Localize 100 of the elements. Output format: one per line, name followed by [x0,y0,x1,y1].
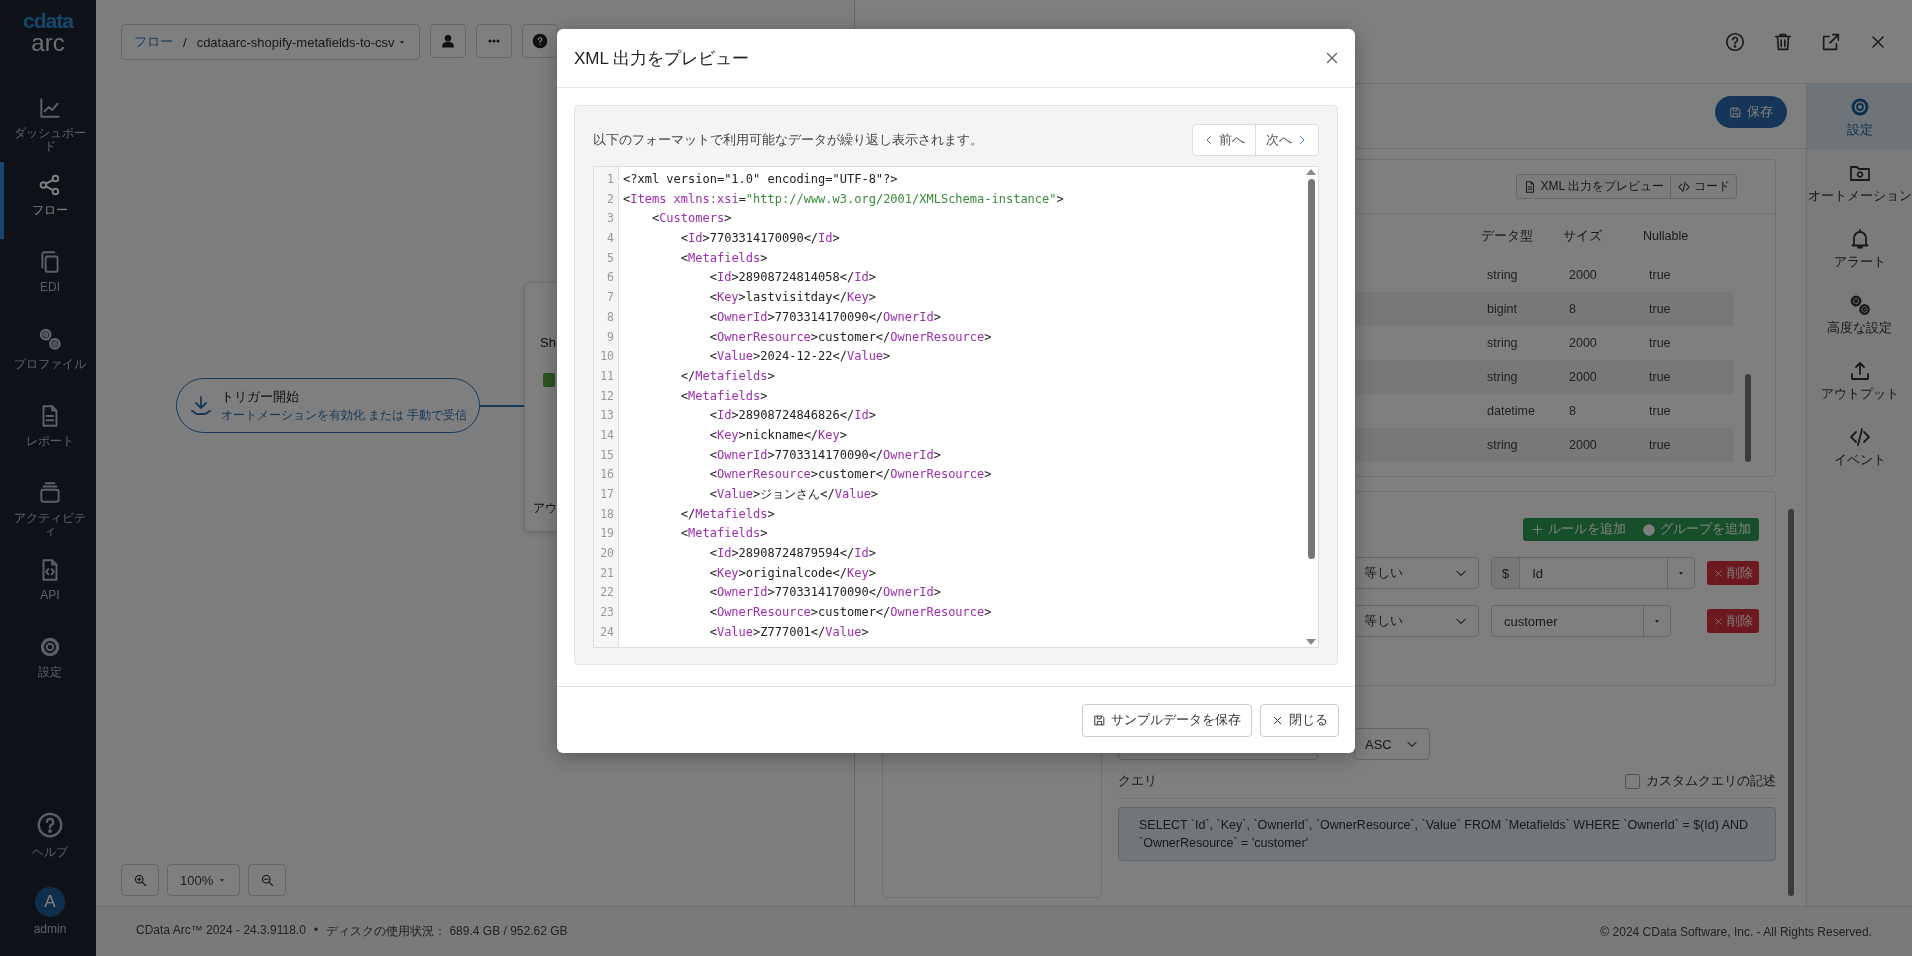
user-menu[interactable]: A admin [0,877,96,956]
code-icon [1677,179,1691,194]
save-icon [1093,713,1106,727]
nav-item[interactable]: ダッシュボード [0,85,96,162]
node-title: Sh [540,335,556,350]
table-cell-text: true [1648,370,1672,384]
rail-tab[interactable]: 高度な設定 [1807,282,1912,348]
dialog-title: XML 出力をプレビュー [574,47,750,70]
close-icon [1713,615,1724,627]
help-icon [531,33,548,49]
line-number: 10 [599,348,615,366]
description-text: 以下のフォーマットで利用可能なデータが繰り返し表示されます。 [593,131,983,149]
code-line: <OwnerId>7703314170090</OwnerId> [708,308,941,326]
rail-tab[interactable]: オートメーション [1807,150,1912,216]
line-number: 11 [599,367,615,385]
code-line: <Id>28908724879594</Id> [708,545,876,563]
code-line: <Value>Z777001</Value> [708,623,869,641]
gears-icon [37,326,63,352]
code-line: <?xml version="1.0" encoding="UTF-8"?> [623,171,898,188]
zoom-out-icon [259,872,275,888]
line-number: 9 [606,328,615,346]
trigger-node[interactable]: トリガー開始 オートメーションを有効化 または 手動で受信 [176,378,481,433]
column-header: Nullable [1643,229,1690,243]
zoom-dropdown[interactable]: 100% [167,864,241,896]
direction-select[interactable]: ASC [1354,728,1430,760]
nav-item[interactable]: 設定 [0,624,96,701]
query-label: クエリ [1118,772,1157,790]
disk-usage-text: ディスクの使用状況： 689.4 GB / 952.62 GB [326,923,568,940]
save-button[interactable]: 保存 [1715,96,1787,128]
nav-item[interactable]: レポート [0,393,96,470]
line-number: 14 [599,426,615,444]
product-name: arc [31,31,65,55]
line-number: 19 [599,525,615,543]
table-cell-text: true [1648,404,1672,418]
delete-button[interactable]: 削除 [1707,561,1759,585]
column-header: データ型 [1481,227,1534,245]
save-sample-button[interactable]: サンプルデータを保存 [1082,703,1252,737]
line-number: 23 [599,604,615,622]
preview-button[interactable]: XML 出力をプレビュー [1517,175,1670,198]
line-number: 13 [599,407,615,425]
zoom-out-button[interactable] [248,864,287,896]
separator-dot: • [313,923,319,939]
line-number: 15 [599,446,615,464]
code-button[interactable]: コード [1670,175,1736,198]
value-combobox[interactable]: customer [1491,605,1671,637]
node-subtitle: オートメーションを有効化 または 手動で受信 [221,407,468,423]
close-dialog-button[interactable]: 閉じる [1260,703,1339,737]
line-number: 18 [599,505,615,523]
nav-item[interactable]: API [0,547,96,624]
table-cell-text: 2000 [1568,370,1598,384]
code-line: <Metafields> [679,249,768,267]
rail-tab[interactable]: アラート [1807,216,1912,282]
line-number: 7 [606,289,615,307]
add-group-button[interactable]: グループを追加 [1634,518,1759,541]
code-editor[interactable] [593,166,1319,648]
help-button[interactable] [1724,30,1746,53]
rail-tab[interactable]: 設定 [1807,84,1912,150]
node-title: トリガー開始 [221,388,300,406]
code-line: <Id>28908724814058</Id> [708,269,876,287]
value-combobox[interactable]: $ Id [1491,557,1695,589]
line-number: 8 [606,308,615,326]
table-cell-text: true [1648,336,1672,350]
rail-tab[interactable]: アウトプット [1807,348,1912,414]
add-rule-button[interactable]: ルールを追加 [1523,518,1634,541]
help-icon [1724,30,1746,53]
code-line: <Metafields> [679,525,768,543]
code-line: <Value>2024-12-22</Value> [708,348,891,366]
code-line: <Id>7703314170090</Id> [679,230,840,248]
delete-button[interactable]: 削除 [1707,609,1759,633]
custom-query-checkbox[interactable]: カスタムクエリの記述 [1625,772,1776,790]
next-button[interactable]: 次へ [1255,125,1318,155]
code-line: <Items xmlns:xsi="http://www.w3.org/2001/XMLSchema-instance"> [623,190,1064,208]
table-cell-text: string [1486,268,1519,282]
user-button[interactable] [429,24,466,58]
line-number: 22 [599,584,615,602]
nav-item[interactable]: ヘルプ [0,800,96,877]
query-field[interactable]: SELECT `Id`, `Key`, `OwnerId`, `OwnerResource`, `Value` FROM `Metafields` WHERE `OwnerId` = $(Id) AND `OwnerResource` = 'customer' [1118,807,1776,861]
copyright-text: © 2024 CData Software, Inc. - All Rights Reserved. [1600,924,1872,939]
breadcrumb-link[interactable]: フロー [134,33,173,51]
code-line: <Value>ジョンさん</Value> [708,486,879,503]
rail-tab[interactable]: イベント [1807,414,1912,480]
nav-item[interactable]: EDI [0,239,96,316]
avatar: A [35,887,65,917]
download-icon [189,393,213,418]
line-number: 17 [599,486,615,503]
previous-button[interactable]: 前へ [1193,125,1255,155]
zoom-in-icon [132,872,148,888]
section-label: アウ [533,501,557,516]
code-line: <Key>nickname</Key> [708,426,847,444]
table-cell-text: true [1648,438,1672,452]
zoom-in-button[interactable] [121,864,159,896]
close-icon [1713,567,1724,579]
code-icon [1847,425,1872,449]
code-line: <OwnerId>7703314170090</OwnerId> [708,446,941,464]
help-button[interactable] [521,24,558,58]
nav-item[interactable]: アクティビティ [0,470,96,547]
flow-name-dropdown[interactable]: cdataarc-shopify-metafields-to-csv [196,34,407,50]
table-cell-text: 2000 [1568,268,1598,282]
line-number: 2 [606,190,615,208]
help-icon [35,810,65,840]
